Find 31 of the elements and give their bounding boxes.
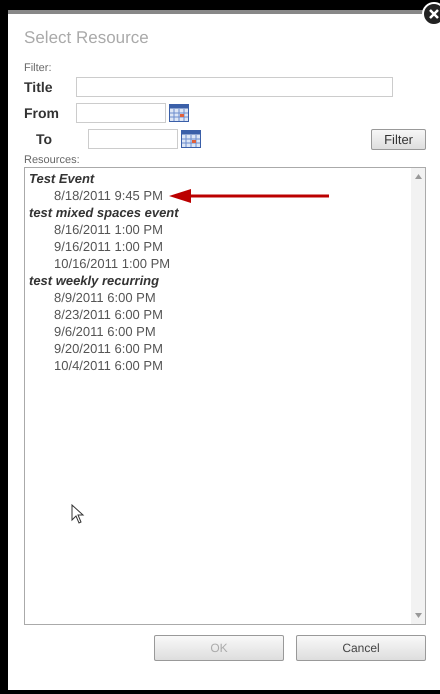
field-label: Title: [24, 79, 54, 95]
scroll-up-icon[interactable]: [414, 174, 422, 179]
date-field[interactable]: [76, 103, 166, 123]
resources-heading: Resources:: [24, 154, 81, 166]
calendar-icon[interactable]: [169, 104, 189, 122]
scroll-down-icon[interactable]: [414, 613, 422, 618]
resource-group[interactable]: Test Event: [29, 170, 407, 187]
date-field[interactable]: [88, 129, 178, 149]
resource-item[interactable]: 9/20/2011 6:00 PM: [54, 340, 163, 357]
resource-item[interactable]: 9/6/2011 6:00 PM: [54, 323, 156, 340]
filter-button[interactable]: Filter: [371, 128, 426, 150]
field-label: To: [35, 131, 54, 147]
filter-heading: Filter:: [24, 62, 52, 74]
calendar-icon[interactable]: [181, 130, 201, 148]
resource-group[interactable]: test weekly recurring: [29, 272, 407, 289]
resource-item[interactable]: 10/4/2011 6:00 PM: [54, 357, 163, 374]
field-label: From: [24, 105, 60, 121]
scrollbar[interactable]: [411, 168, 425, 624]
resource-group[interactable]: test mixed spaces event: [29, 204, 407, 221]
resource-item[interactable]: 10/16/2011 1:00 PM: [54, 255, 170, 272]
resource-item[interactable]: 8/16/2011 1:00 PM: [54, 221, 163, 238]
resource-item[interactable]: 8/23/2011 6:00 PM: [54, 306, 163, 323]
dialog-title: Select Resource: [24, 28, 150, 48]
cancel-button[interactable]: Cancel: [296, 635, 426, 661]
cursor-icon: [71, 504, 85, 524]
close-icon[interactable]: [422, 2, 440, 26]
resource-item[interactable]: 9/16/2011 1:00 PM: [54, 238, 163, 255]
resource-list[interactable]: [24, 167, 426, 625]
resource-item[interactable]: 8/9/2011 6:00 PM: [54, 289, 156, 306]
title-field[interactable]: [76, 77, 393, 97]
resource-item[interactable]: 8/18/2011 9:45 PM: [54, 187, 163, 204]
